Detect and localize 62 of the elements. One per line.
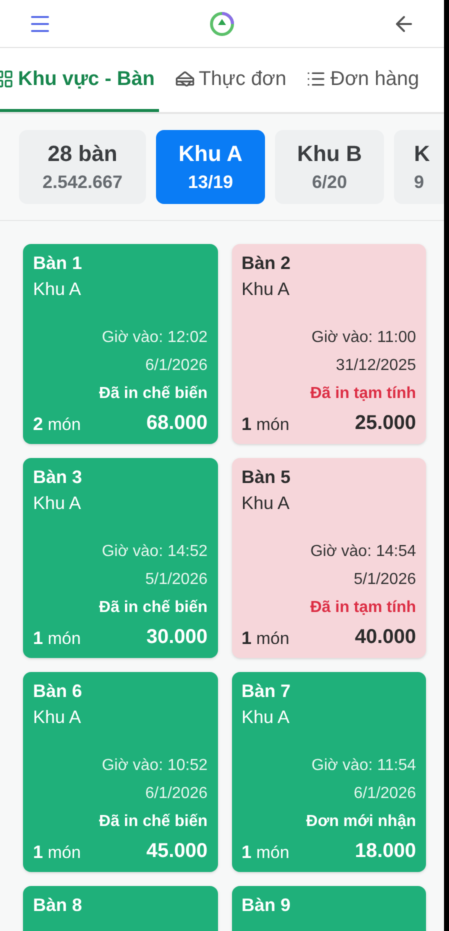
app-logo-icon: [209, 10, 235, 36]
table-area: Khu A: [242, 276, 416, 302]
entry-date: 5/1/2026: [352, 570, 416, 590]
entry-date: 5/1/2026: [144, 570, 208, 590]
order-total: 30.000: [146, 625, 208, 650]
entry-time: Giờ vào: 14:52: [100, 542, 208, 562]
table-name: Bàn 5: [242, 466, 292, 489]
sandwich-icon: [174, 68, 195, 88]
order-status: Đã in tạm tính: [309, 598, 416, 618]
order-status: Đã in chế biến: [98, 598, 208, 618]
order-total: 25.000: [354, 411, 416, 436]
table-card[interactable]: Bàn 3 Khu A Giờ vào: 14:52 5/1/2026 Đã in chế biến 1 món 30.000: [23, 458, 218, 658]
table-name: Bàn 8: [33, 894, 84, 917]
order-status: Đã in chế biến: [98, 812, 208, 832]
entry-date: 6/1/2026: [352, 784, 416, 804]
entry-date: 31/12/2025: [334, 356, 416, 376]
entry-date: 6/1/2026: [144, 784, 208, 804]
table-area: Khu A: [242, 704, 416, 730]
entry-time: Giờ vào: 11:00: [310, 328, 416, 348]
entry-time: Giờ vào: 10:52: [100, 756, 208, 776]
table-name: Bàn 2: [242, 252, 292, 275]
order-status: Đã in tạm tính: [309, 384, 416, 404]
table-name: Bàn 7: [242, 680, 292, 703]
entry-time: Giờ vào: 11:54: [310, 756, 416, 776]
table-name: Bàn 6: [33, 680, 84, 703]
entry-time: Giờ vào: 14:54: [309, 542, 416, 562]
entry-time: Giờ vào: 12:02: [100, 328, 208, 348]
entry-date: 6/1/2026: [144, 356, 208, 376]
table-area: Khu A: [242, 490, 416, 516]
table-card[interactable]: Bàn 2 Khu A Giờ vào: 11:00 31/12/2025 Đã in tạm tính 1 món 25.000: [232, 244, 426, 444]
order-total: 18.000: [354, 839, 416, 864]
grid-icon: [0, 68, 14, 88]
table-area: Khu A: [33, 490, 208, 516]
order-status: Đơn mới nhận: [305, 812, 416, 832]
area-chip[interactable]: K 9: [394, 130, 444, 204]
area-chip[interactable]: 28 bàn 2.542.667: [19, 130, 146, 204]
table-card[interactable]: Bàn 6 Khu A Giờ vào: 10:52 6/1/2026 Đã in chế biến 1 món 45.000: [23, 672, 218, 872]
table-card[interactable]: Bàn 9: [232, 886, 426, 931]
item-count: 1 món: [242, 841, 290, 864]
table-area: Khu A: [33, 704, 208, 730]
item-count: 1 món: [242, 413, 290, 436]
table-card[interactable]: Bàn 8: [23, 886, 218, 931]
table-card[interactable]: Bàn 1 Khu A Giờ vào: 12:02 6/1/2026 Đã in chế biến 2 món 68.000: [23, 244, 218, 444]
table-card[interactable]: Bàn 5 Khu A Giờ vào: 14:54 5/1/2026 Đã in tạm tính 1 món 40.000: [232, 458, 426, 658]
item-count: 2 món: [33, 413, 81, 436]
table-area: Khu A: [33, 276, 208, 302]
tab[interactable]: Thực đơn: [170, 48, 290, 112]
table-card[interactable]: Bàn 7 Khu A Giờ vào: 11:54 6/1/2026 Đơn mới nhận 1 món 18.000: [232, 672, 426, 872]
area-chip[interactable]: Khu A 13/19: [156, 130, 265, 204]
order-total: 68.000: [146, 411, 208, 436]
tab[interactable]: Khu vực - Bàn: [0, 48, 159, 112]
order-total: 45.000: [146, 839, 208, 864]
order-total: 40.000: [354, 625, 416, 650]
tab[interactable]: Đơn hàng: [302, 48, 424, 112]
item-count: 1 món: [242, 627, 290, 650]
table-name: Bàn 9: [242, 894, 292, 917]
item-count: 1 món: [33, 627, 81, 650]
table-name: Bàn 1: [33, 252, 84, 275]
area-chip[interactable]: Khu B 6/20: [275, 130, 384, 204]
item-count: 1 món: [33, 841, 81, 864]
order-status: Đã in chế biến: [98, 384, 208, 404]
table-name: Bàn 3: [33, 466, 84, 489]
